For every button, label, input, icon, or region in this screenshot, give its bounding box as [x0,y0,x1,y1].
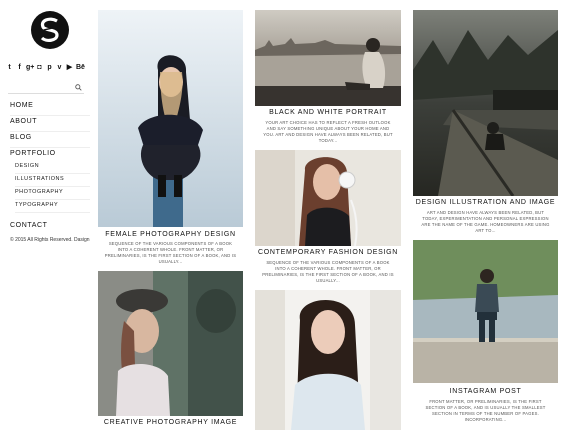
instagram-icon[interactable]: ◘ [36,64,43,72]
card-description: SEQUENCE OF THE VARIOUS COMPONENTS OF A … [104,241,237,264]
card-image[interactable] [413,240,558,383]
card-description: SEQUENCE OF THE VARIOUS COMPONENTS OF A … [262,260,394,283]
nav-item-contact[interactable]: CONTACT [10,220,90,236]
search-icon[interactable] [75,84,82,91]
site-logo[interactable] [30,10,70,50]
card-description: ART AND DESIGN HAVE ALWAYS BEEN RELATED,… [421,210,550,233]
nav-item-about[interactable]: ABOUT [10,116,90,132]
card-image[interactable] [255,10,401,106]
nav-item-portfolio-label: PORTFOLIO [10,150,56,157]
google-plus-icon[interactable]: g+ [26,64,34,72]
card-image[interactable] [255,290,401,430]
card-description: FRONT MATTER, OR PRELIMINARIES, IS THE F… [425,399,546,422]
facebook-icon[interactable]: f [16,64,23,72]
nav-sub-item-illustrations[interactable]: ILLUSTRATIONS [15,174,90,187]
twitter-icon[interactable]: t [6,64,13,72]
youtube-icon[interactable]: ▶ [66,64,73,72]
card-description: YOUR ART CHOICE HAS TO REFLECT A FRESH O… [263,120,393,143]
nav-item-home[interactable]: HOME [10,100,90,116]
card-title[interactable]: FEMALE PHOTOGRAPHY DESIGN [98,231,243,238]
copyright-text: © 2015 All Rights Reserved. Dasign [10,237,90,243]
nav-sub-item-typography[interactable]: TYPOGRAPHY [15,200,90,213]
card-image[interactable] [98,10,243,227]
card-image[interactable] [98,271,243,416]
card-portrait-white[interactable] [255,290,401,430]
card-title[interactable]: CONTEMPORARY FASHION DESIGN [255,249,401,256]
card-title[interactable]: BLACK AND WHITE PORTRAIT [255,109,401,116]
card-female-photography[interactable]: FEMALE PHOTOGRAPHY DESIGN SEQUENCE OF TH… [98,10,243,265]
search-input[interactable] [8,82,84,94]
nav-sub-item-photography[interactable]: PHOTOGRAPHY [15,187,90,200]
card-title[interactable]: DESIGN ILLUSTRATION AND IMAGE [413,199,558,206]
card-creative-photography[interactable]: CREATIVE PHOTOGRAPHY IMAGE [98,271,243,430]
nav-item-portfolio[interactable]: PORTFOLIO [10,148,90,161]
card-title[interactable]: INSTAGRAM POST [413,388,558,395]
behance-icon[interactable]: Bē [76,64,85,72]
portfolio-submenu: DESIGN ILLUSTRATIONS PHOTOGRAPHY TYPOGRA… [15,161,90,213]
sidebar: t f g+ ◘ p v ▶ Bē HOME ABOUT BLOG PORTFOLIO DES… [0,0,90,430]
card-image[interactable] [413,10,558,196]
card-instagram-post[interactable]: INSTAGRAM POST FRONT MATTER, OR PRELIMIN… [413,240,558,430]
card-image[interactable] [255,150,401,246]
vimeo-icon[interactable]: v [56,64,63,72]
card-title[interactable]: CREATIVE PHOTOGRAPHY IMAGE [98,419,243,426]
card-black-white-portrait[interactable]: BLACK AND WHITE PORTRAIT YOUR ART CHOICE… [255,10,401,145]
pinterest-icon[interactable]: p [46,64,53,72]
card-contemporary-fashion[interactable]: CONTEMPORARY FASHION DESIGN SEQUENCE OF … [255,150,401,285]
main-nav: HOME ABOUT BLOG PORTFOLIO DESIGN ILLUSTR… [10,100,90,236]
card-design-illustration[interactable]: DESIGN ILLUSTRATION AND IMAGE ART AND DE… [413,10,558,235]
social-links: t f g+ ◘ p v ▶ Bē [6,64,85,72]
nav-item-blog[interactable]: BLOG [10,132,90,148]
nav-sub-item-design[interactable]: DESIGN [15,161,90,174]
